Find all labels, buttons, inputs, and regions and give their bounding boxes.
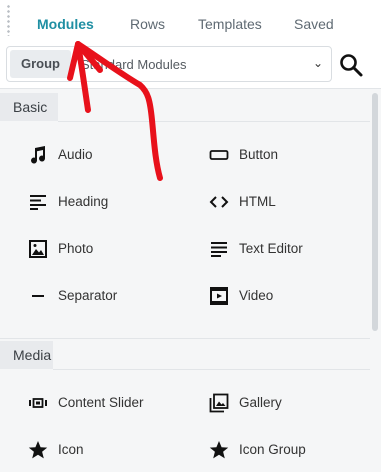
module-photo[interactable]: Photo [28, 237, 198, 261]
tab-rows[interactable]: Rows [130, 16, 165, 32]
heading-icon [28, 192, 48, 212]
tab-modules[interactable]: Modules [37, 16, 94, 32]
section-divider [0, 338, 370, 339]
module-icon[interactable]: Icon [28, 438, 198, 462]
group-select[interactable]: Group Standard Modules ⌄ [6, 46, 332, 82]
separator-icon [28, 286, 48, 306]
module-audio[interactable]: Audio [28, 143, 198, 167]
star-icon [209, 440, 229, 460]
group-label: Group [10, 50, 71, 78]
module-separator[interactable]: Separator [28, 284, 198, 308]
search-button[interactable] [338, 52, 366, 80]
group-value: Standard Modules [81, 57, 187, 72]
module-icon-group[interactable]: Icon Group [209, 438, 379, 462]
code-icon [209, 192, 229, 212]
section-divider [58, 121, 370, 122]
group-row: Group Standard Modules ⌄ [0, 42, 381, 88]
search-icon [340, 54, 363, 77]
modules-list[interactable]: Basic Audio Button Heading HTML Photo Te… [0, 88, 381, 472]
module-gallery[interactable]: Gallery [209, 391, 379, 415]
section-divider [53, 369, 370, 370]
section-header-media: Media [0, 341, 53, 369]
panel-tabs: Modules Rows Templates Saved [0, 0, 381, 42]
module-video[interactable]: Video [209, 284, 379, 308]
video-icon [209, 286, 229, 306]
drag-handle[interactable] [6, 4, 11, 36]
tab-saved[interactable]: Saved [294, 16, 334, 32]
chevron-down-icon: ⌄ [312, 56, 323, 70]
slider-icon [28, 393, 48, 413]
module-heading[interactable]: Heading [28, 190, 198, 214]
module-content-slider[interactable]: Content Slider [28, 391, 198, 415]
star-icon [28, 440, 48, 460]
photo-icon [28, 239, 48, 259]
button-icon [209, 145, 229, 165]
module-html[interactable]: HTML [209, 190, 379, 214]
tab-templates[interactable]: Templates [198, 16, 262, 32]
builder-panel: Modules Rows Templates Saved Group Stand… [0, 0, 381, 472]
module-button[interactable]: Button [209, 143, 379, 167]
gallery-icon [209, 393, 229, 413]
music-note-icon [28, 145, 48, 165]
module-text-editor[interactable]: Text Editor [209, 237, 379, 261]
text-editor-icon [209, 239, 229, 259]
section-header-basic: Basic [0, 93, 58, 121]
